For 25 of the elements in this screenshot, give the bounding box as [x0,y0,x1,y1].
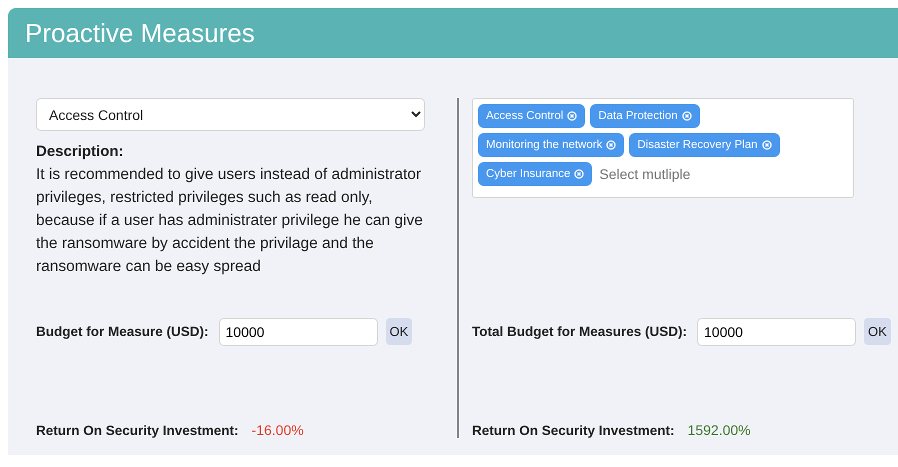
ok-button[interactable]: OK [386,318,412,345]
ok-button[interactable]: OK [864,318,891,345]
description-heading: Description: [36,143,125,160]
selected-tag[interactable]: Monitoring the network [478,133,624,157]
total-budget-input[interactable]: 10000 [697,318,856,346]
roi-label: Return On Security Investment: [36,422,239,438]
remove-icon[interactable] [606,140,616,150]
remove-icon[interactable] [567,111,578,121]
remove-icon[interactable] [574,169,584,179]
measure-dropdown[interactable]: Access Control [36,98,425,131]
selected-tag[interactable]: Cyber Insurance [478,162,592,186]
roi-label: Return On Security Investment: [472,422,675,438]
remove-icon[interactable] [762,140,772,150]
roi-value: -16.00% [252,422,304,438]
selected-tag[interactable]: Disaster Recovery Plan [629,133,780,157]
page-title: Proactive Measures [25,18,255,48]
description-text: It is recommended to give users instead of administrator privileges, restricted privileges such as read only, because if a user has administrater privilege he can give the ransomware by accident the privilage and the ransomware can be easy spread [36,165,424,277]
roi-value: 1592.00% [688,422,751,438]
selected-tag[interactable]: Access Control [478,104,586,128]
multiselect-field[interactable]: Access Control Data Protection Monitoring the network Disaster Recovery Plan Cyber Insurance Select mutliple [472,98,854,198]
budget-label: Budget for Measure (USD): [36,323,209,339]
total-budget-label: Total Budget for Measures (USD): [472,323,688,339]
remove-icon[interactable] [682,111,692,121]
selected-tag[interactable]: Data Protection [590,104,700,128]
budget-input[interactable]: 10000 [218,318,378,346]
